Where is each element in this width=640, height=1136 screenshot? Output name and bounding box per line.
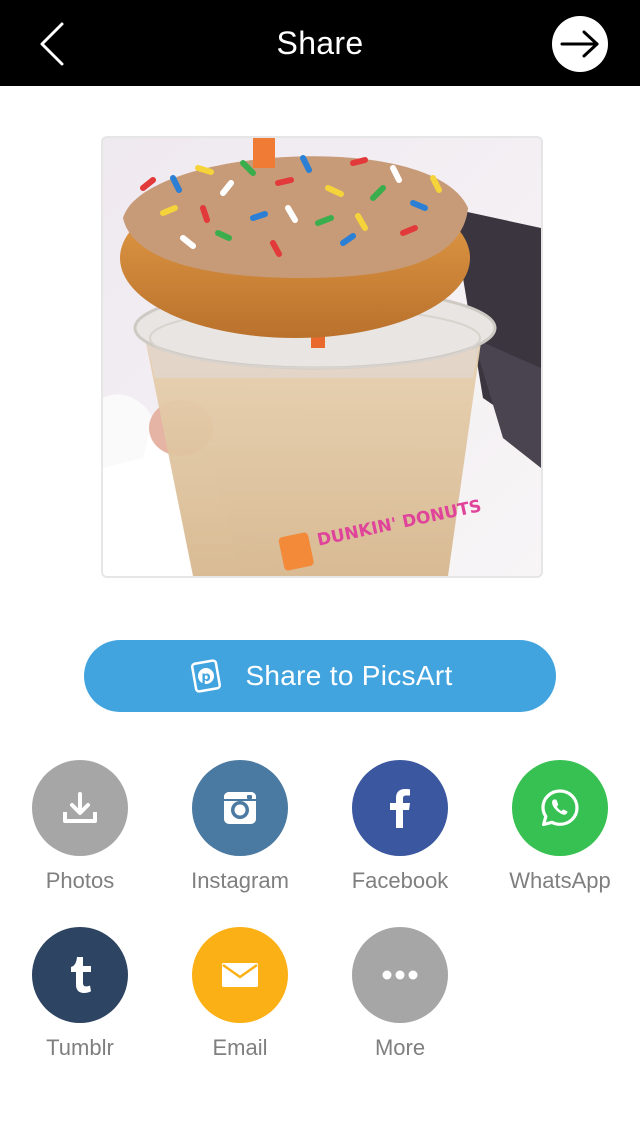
instagram-circle	[192, 760, 288, 856]
donut-coffee-photo: DUNKIN' DONUTS	[103, 138, 541, 576]
tumblr-label: Tumblr	[46, 1035, 114, 1060]
preview-image: DUNKIN' DONUTS	[101, 136, 543, 578]
email-circle	[192, 927, 288, 1023]
email-icon	[222, 963, 258, 987]
page-title: Share	[276, 24, 364, 61]
more-icon	[382, 970, 418, 980]
share-photos[interactable]: Photos	[10, 760, 150, 894]
instagram-label: Instagram	[191, 868, 289, 893]
download-icon	[63, 792, 97, 823]
whatsapp-label: WhatsApp	[509, 868, 611, 893]
share-to-picsart-label: Share to PicsArt	[245, 660, 453, 691]
email-label: Email	[212, 1035, 268, 1060]
tumblr-icon	[71, 957, 91, 993]
tumblr-circle	[32, 927, 128, 1023]
more-label: More	[374, 1035, 426, 1060]
svg-text:p: p	[202, 670, 211, 685]
more-circle	[352, 927, 448, 1023]
share-email[interactable]: Email	[170, 927, 310, 1061]
share-more[interactable]: More	[330, 927, 470, 1061]
share-instagram[interactable]: Instagram	[170, 760, 310, 894]
share-tumblr[interactable]: Tumblr	[10, 927, 150, 1061]
next-button[interactable]	[552, 16, 608, 72]
facebook-label: Facebook	[351, 868, 449, 893]
top-bar: Share	[0, 0, 640, 86]
whatsapp-icon	[541, 789, 579, 827]
instagram-icon	[224, 792, 256, 824]
facebook-circle	[352, 760, 448, 856]
share-screen: Share DUNKIN' DONUTS p Share to PicsArt …	[0, 0, 640, 1136]
whatsapp-circle	[512, 760, 608, 856]
share-facebook[interactable]: Facebook	[330, 760, 470, 894]
arrow-right-icon	[560, 30, 599, 58]
facebook-icon	[390, 789, 410, 828]
photos-circle	[32, 760, 128, 856]
photos-label: Photos	[45, 868, 115, 893]
share-to-picsart-button[interactable]: p Share to PicsArt	[84, 640, 556, 712]
picsart-logo-icon: p	[191, 659, 222, 693]
share-whatsapp[interactable]: WhatsApp	[490, 760, 630, 894]
